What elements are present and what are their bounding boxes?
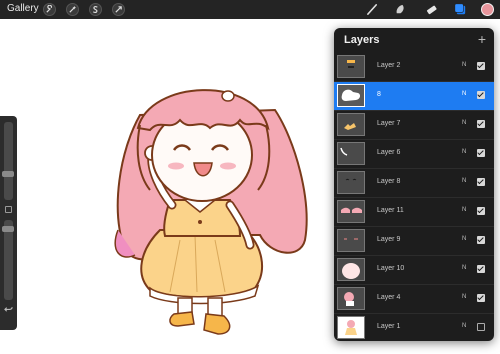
visibility-checkbox[interactable]: [477, 207, 485, 215]
transform-arrow-icon[interactable]: [112, 3, 125, 16]
brush-sidebar: [0, 116, 17, 330]
layer-thumbnail: [337, 113, 365, 136]
blend-mode-button[interactable]: N: [462, 265, 466, 271]
layer-row[interactable]: Layer 1 N: [334, 314, 494, 341]
eraser-icon[interactable]: [424, 2, 439, 17]
layer-thumbnail: [337, 171, 365, 194]
layer-name: Layer 11: [377, 207, 404, 214]
layers-icon[interactable]: [453, 2, 468, 17]
layer-thumbnail: [337, 316, 365, 339]
visibility-checkbox[interactable]: [477, 294, 485, 302]
layer-name: Layer 10: [377, 265, 405, 272]
blend-mode-button[interactable]: N: [462, 236, 466, 242]
wrench-icon[interactable]: [43, 3, 56, 16]
blend-mode-button[interactable]: N: [462, 149, 466, 155]
visibility-checkbox[interactable]: [477, 236, 485, 244]
color-swatch[interactable]: [481, 3, 494, 16]
layer-name: Layer 9: [377, 236, 401, 243]
layer-row[interactable]: Layer 7 N: [334, 111, 494, 140]
layer-thumbnail: [337, 229, 365, 252]
brush-icon[interactable]: [365, 2, 380, 17]
layer-row[interactable]: Layer 9 N: [334, 227, 494, 256]
layer-row[interactable]: Layer 4 N: [334, 285, 494, 314]
layer-row[interactable]: Layer 6 N: [334, 140, 494, 169]
layer-thumbnail: [337, 287, 365, 310]
blend-mode-button[interactable]: N: [462, 120, 466, 126]
layer-row[interactable]: Layer 10 N: [334, 256, 494, 285]
layers-panel-title: Layers: [344, 34, 380, 46]
layer-list: Layer 2 N 8 N Layer 7 N Layer 6 N Layer …: [334, 53, 494, 341]
layer-name: Layer 6: [377, 149, 401, 156]
visibility-checkbox[interactable]: [477, 120, 485, 128]
layer-name: Layer 8: [377, 178, 401, 185]
blend-mode-button[interactable]: N: [462, 91, 466, 97]
magic-wand-icon[interactable]: [66, 3, 79, 16]
top-toolbar: Gallery: [0, 0, 500, 19]
layers-panel: Layers + Layer 2 N 8 N Layer 7 N Layer 6…: [334, 28, 494, 341]
add-layer-button[interactable]: +: [478, 32, 486, 46]
smudge-icon[interactable]: [393, 2, 408, 17]
blend-mode-button[interactable]: N: [462, 323, 466, 329]
gallery-button[interactable]: Gallery: [7, 3, 39, 14]
layer-name: Layer 2: [377, 62, 401, 69]
opacity-thumb[interactable]: [2, 226, 14, 232]
visibility-checkbox[interactable]: [477, 323, 485, 331]
visibility-checkbox[interactable]: [477, 149, 485, 157]
blend-mode-button[interactable]: N: [462, 207, 466, 213]
layer-name: 8: [377, 91, 381, 98]
layer-name: Layer 7: [377, 120, 401, 127]
layer-thumbnail: [337, 258, 365, 281]
blend-mode-button[interactable]: N: [462, 178, 466, 184]
undo-icon[interactable]: [4, 304, 13, 313]
brush-size-slider[interactable]: [4, 122, 13, 200]
opacity-slider[interactable]: [4, 220, 13, 300]
layer-thumbnail: [337, 55, 365, 78]
layer-row[interactable]: Layer 8 N: [334, 169, 494, 198]
visibility-checkbox[interactable]: [477, 91, 485, 99]
layer-name: Layer 4: [377, 294, 401, 301]
blend-mode-button[interactable]: N: [462, 294, 466, 300]
layer-row-selected[interactable]: 8 N: [334, 82, 494, 111]
layer-thumbnail: [337, 200, 365, 223]
visibility-checkbox[interactable]: [477, 265, 485, 273]
eyedropper-square-icon[interactable]: [5, 206, 12, 213]
selection-s-icon[interactable]: [89, 3, 102, 16]
layer-thumbnail: [337, 84, 365, 107]
blend-mode-button[interactable]: N: [462, 62, 466, 68]
visibility-checkbox[interactable]: [477, 62, 485, 70]
visibility-checkbox[interactable]: [477, 178, 485, 186]
layer-row[interactable]: Layer 2 N: [334, 53, 494, 82]
brush-size-thumb[interactable]: [2, 171, 14, 177]
layer-thumbnail: [337, 142, 365, 165]
layer-name: Layer 1: [377, 323, 401, 330]
layer-row[interactable]: Layer 11 N: [334, 198, 494, 227]
